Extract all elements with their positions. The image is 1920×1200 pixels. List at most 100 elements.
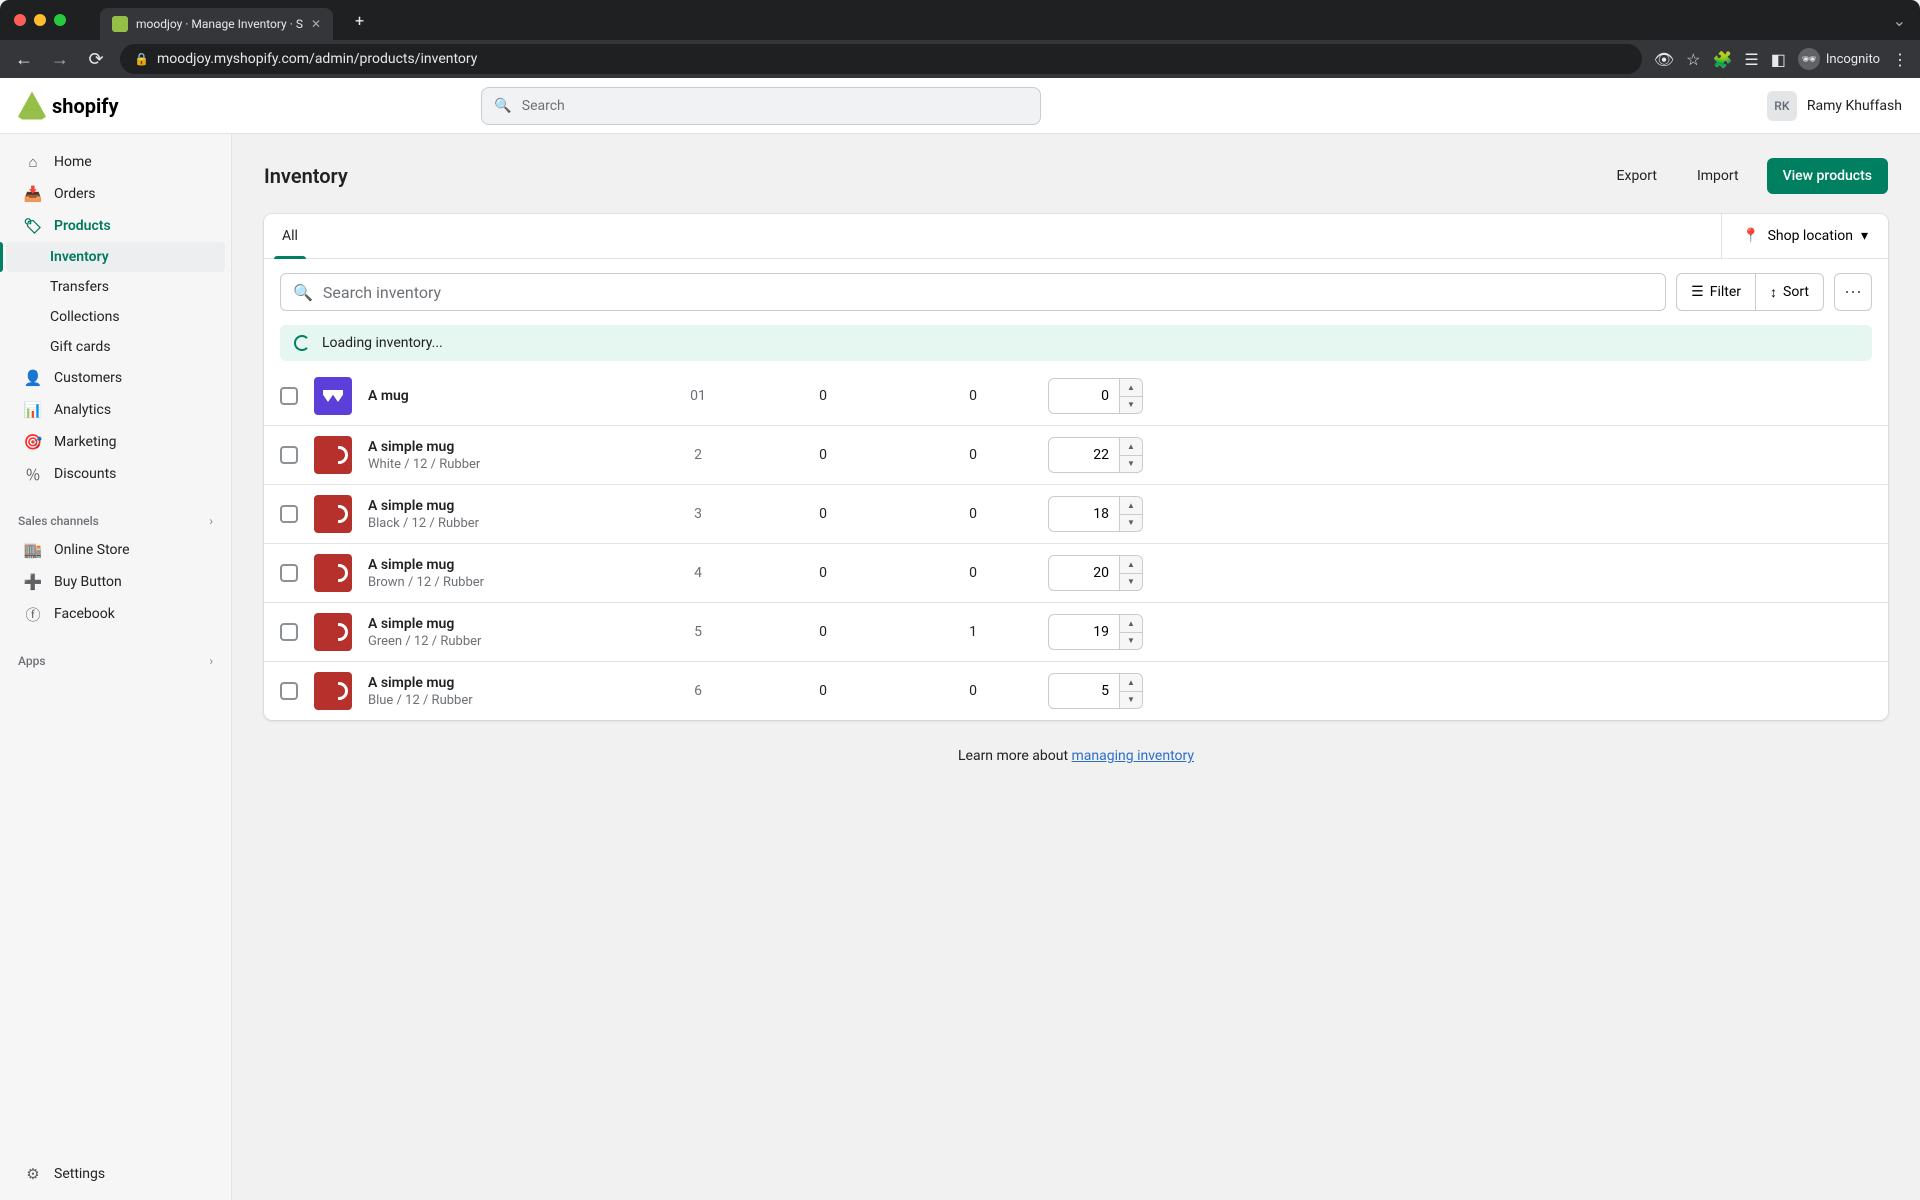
quantity-input[interactable] bbox=[1048, 378, 1120, 414]
chevron-right-icon[interactable]: › bbox=[209, 514, 213, 528]
user-menu[interactable]: RK Ramy Khuffash bbox=[1767, 91, 1902, 121]
avatar: RK bbox=[1767, 91, 1797, 121]
step-down-button[interactable]: ▼ bbox=[1120, 456, 1142, 473]
nav-customers[interactable]: 👤Customers bbox=[6, 362, 225, 394]
nav-marketing[interactable]: 🎯Marketing bbox=[6, 426, 225, 458]
inventory-search[interactable]: 🔍 Search inventory bbox=[280, 273, 1666, 311]
incognito-label: Incognito bbox=[1826, 52, 1880, 67]
sort-button[interactable]: ↕Sort bbox=[1755, 273, 1824, 311]
product-name[interactable]: A simple mug bbox=[368, 557, 648, 573]
spinner-icon bbox=[294, 335, 310, 351]
quantity-input[interactable] bbox=[1048, 496, 1120, 532]
extensions-icon[interactable]: 🧩 bbox=[1712, 50, 1732, 69]
product-name[interactable]: A simple mug bbox=[368, 498, 648, 514]
step-down-button[interactable]: ▼ bbox=[1120, 633, 1142, 650]
quantity-input[interactable] bbox=[1048, 673, 1120, 709]
buy-button-icon: ➕ bbox=[24, 573, 42, 591]
step-up-button[interactable]: ▲ bbox=[1120, 438, 1142, 456]
section-sales-channels: Sales channels › bbox=[0, 504, 231, 534]
managing-inventory-link[interactable]: managing inventory bbox=[1072, 748, 1194, 764]
nav-products[interactable]: 🏷Products bbox=[6, 210, 225, 242]
sku-cell: 4 bbox=[648, 565, 748, 581]
incoming-cell: 0 bbox=[748, 388, 898, 404]
import-button[interactable]: Import bbox=[1685, 160, 1751, 192]
incoming-cell: 0 bbox=[748, 683, 898, 699]
nav-home[interactable]: ⌂Home bbox=[6, 146, 225, 178]
row-checkbox[interactable] bbox=[280, 446, 298, 464]
sku-cell: 01 bbox=[648, 388, 748, 404]
view-products-button[interactable]: View products bbox=[1767, 158, 1888, 194]
nav-discounts[interactable]: ％Discounts bbox=[6, 458, 225, 490]
back-button[interactable]: ← bbox=[12, 49, 36, 70]
main-content: Inventory Export Import View products Al… bbox=[232, 134, 1920, 1200]
step-up-button[interactable]: ▲ bbox=[1120, 615, 1142, 633]
shopify-logo[interactable]: shopify bbox=[18, 92, 119, 120]
filter-button[interactable]: ☰Filter bbox=[1676, 273, 1755, 311]
quantity-input[interactable] bbox=[1048, 555, 1120, 591]
nav-buy-button[interactable]: ➕Buy Button bbox=[6, 566, 225, 598]
row-checkbox[interactable] bbox=[280, 682, 298, 700]
forward-button[interactable]: → bbox=[48, 49, 72, 70]
incognito-badge[interactable]: 🕶 Incognito bbox=[1798, 48, 1880, 70]
quantity-input[interactable] bbox=[1048, 437, 1120, 473]
export-button[interactable]: Export bbox=[1605, 160, 1669, 192]
quantity-input[interactable] bbox=[1048, 614, 1120, 650]
row-checkbox[interactable] bbox=[280, 564, 298, 582]
url-text: moodjoy.myshopify.com/admin/products/inv… bbox=[157, 51, 477, 67]
product-thumbnail bbox=[314, 436, 352, 474]
tab-all[interactable]: All bbox=[264, 214, 316, 258]
tab-overflow-icon[interactable]: ⌄ bbox=[1893, 11, 1906, 30]
location-picker[interactable]: 📍 Shop location ▾ bbox=[1721, 214, 1888, 258]
product-name[interactable]: A mug bbox=[368, 388, 648, 404]
step-down-button[interactable]: ▼ bbox=[1120, 515, 1142, 532]
star-icon[interactable]: ☆ bbox=[1686, 50, 1700, 69]
filters-row: 🔍 Search inventory ☰Filter ↕Sort ⋯ bbox=[264, 259, 1888, 325]
step-up-button[interactable]: ▲ bbox=[1120, 497, 1142, 515]
nav-analytics[interactable]: 📊Analytics bbox=[6, 394, 225, 426]
step-up-button[interactable]: ▲ bbox=[1120, 674, 1142, 692]
new-tab-button[interactable]: + bbox=[355, 11, 364, 30]
step-up-button[interactable]: ▲ bbox=[1120, 556, 1142, 574]
nav-transfers[interactable]: Transfers bbox=[6, 272, 225, 302]
close-tab-icon[interactable]: ✕ bbox=[311, 17, 321, 31]
nav-orders[interactable]: 📥Orders bbox=[6, 178, 225, 210]
browser-tab-bar: moodjoy · Manage Inventory · S ✕ + ⌄ bbox=[0, 0, 1920, 40]
store-icon: 🏬 bbox=[24, 541, 42, 559]
sidepanel-icon[interactable]: ◧ bbox=[1771, 50, 1786, 69]
search-placeholder: Search inventory bbox=[323, 283, 441, 302]
step-down-button[interactable]: ▼ bbox=[1120, 692, 1142, 709]
nav-settings[interactable]: ⚙Settings bbox=[6, 1158, 225, 1190]
sort-icon: ↕ bbox=[1770, 284, 1777, 301]
committed-cell: 1 bbox=[898, 624, 1048, 640]
facebook-icon: ⓕ bbox=[24, 605, 42, 623]
row-checkbox[interactable] bbox=[280, 623, 298, 641]
step-up-button[interactable]: ▲ bbox=[1120, 379, 1142, 397]
nav-inventory[interactable]: Inventory bbox=[6, 242, 225, 272]
eye-off-icon[interactable]: 👁 bbox=[1654, 50, 1674, 69]
row-checkbox[interactable] bbox=[280, 387, 298, 405]
location-icon: 📍 bbox=[1742, 228, 1759, 244]
nav-collections[interactable]: Collections bbox=[6, 302, 225, 332]
reload-button[interactable]: ⟳ bbox=[84, 49, 108, 70]
minimize-window-button[interactable] bbox=[34, 14, 46, 26]
nav-online-store[interactable]: 🏬Online Store bbox=[6, 534, 225, 566]
chevron-right-icon[interactable]: › bbox=[209, 654, 213, 668]
close-window-button[interactable] bbox=[14, 14, 26, 26]
row-checkbox[interactable] bbox=[280, 505, 298, 523]
product-name[interactable]: A simple mug bbox=[368, 675, 648, 691]
more-actions-button[interactable]: ⋯ bbox=[1834, 273, 1872, 311]
incoming-cell: 0 bbox=[748, 565, 898, 581]
global-search[interactable]: 🔍 Search bbox=[481, 87, 1041, 125]
product-name[interactable]: A simple mug bbox=[368, 616, 648, 632]
browser-tab[interactable]: moodjoy · Manage Inventory · S ✕ bbox=[100, 8, 333, 40]
nav-gift-cards[interactable]: Gift cards bbox=[6, 332, 225, 362]
step-down-button[interactable]: ▼ bbox=[1120, 574, 1142, 591]
nav-facebook[interactable]: ⓕFacebook bbox=[6, 598, 225, 630]
reading-list-icon[interactable]: ☰ bbox=[1744, 50, 1758, 69]
tab-favicon bbox=[112, 16, 128, 32]
maximize-window-button[interactable] bbox=[54, 14, 66, 26]
product-name[interactable]: A simple mug bbox=[368, 439, 648, 455]
step-down-button[interactable]: ▼ bbox=[1120, 397, 1142, 414]
overflow-menu-icon[interactable]: ⋮ bbox=[1892, 50, 1908, 69]
url-bar[interactable]: 🔒 moodjoy.myshopify.com/admin/products/i… bbox=[120, 44, 1642, 74]
